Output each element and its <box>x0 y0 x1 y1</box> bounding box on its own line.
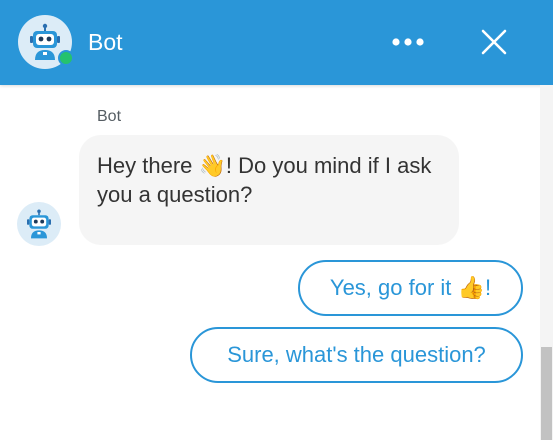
thumbs-up-emoji-icon: 👍 <box>457 275 485 300</box>
quick-reply-label: Sure, what's the question? <box>227 342 486 367</box>
chat-header: Bot <box>0 0 553 85</box>
more-dots-icon <box>392 38 424 46</box>
bot-message-avatar <box>17 202 61 246</box>
quick-reply-suffix: ! <box>484 275 492 300</box>
robot-icon <box>27 209 51 239</box>
waving-hand-emoji-icon: 👋 <box>198 153 226 178</box>
quick-reply-question-button[interactable]: Sure, what's the question? <box>190 327 523 383</box>
scrollbar-thumb[interactable] <box>541 347 552 440</box>
more-options-button[interactable] <box>386 27 430 57</box>
quick-reply-label: Yes, go for it <box>329 275 458 300</box>
chat-title: Bot <box>88 29 123 55</box>
quick-reply-yes-button[interactable]: Yes, go for it 👍! <box>298 260 523 316</box>
chat-widget: Bot Bot Hey there 👋! Do you mind if I as… <box>0 0 553 440</box>
message-text-part: Hey there <box>97 153 199 178</box>
bot-message-bubble: Hey there 👋! Do you mind if I ask you a … <box>79 135 459 245</box>
close-icon <box>481 29 507 55</box>
online-status-indicator <box>58 50 74 66</box>
message-sender-name: Bot <box>97 108 122 125</box>
close-button[interactable] <box>474 22 514 62</box>
